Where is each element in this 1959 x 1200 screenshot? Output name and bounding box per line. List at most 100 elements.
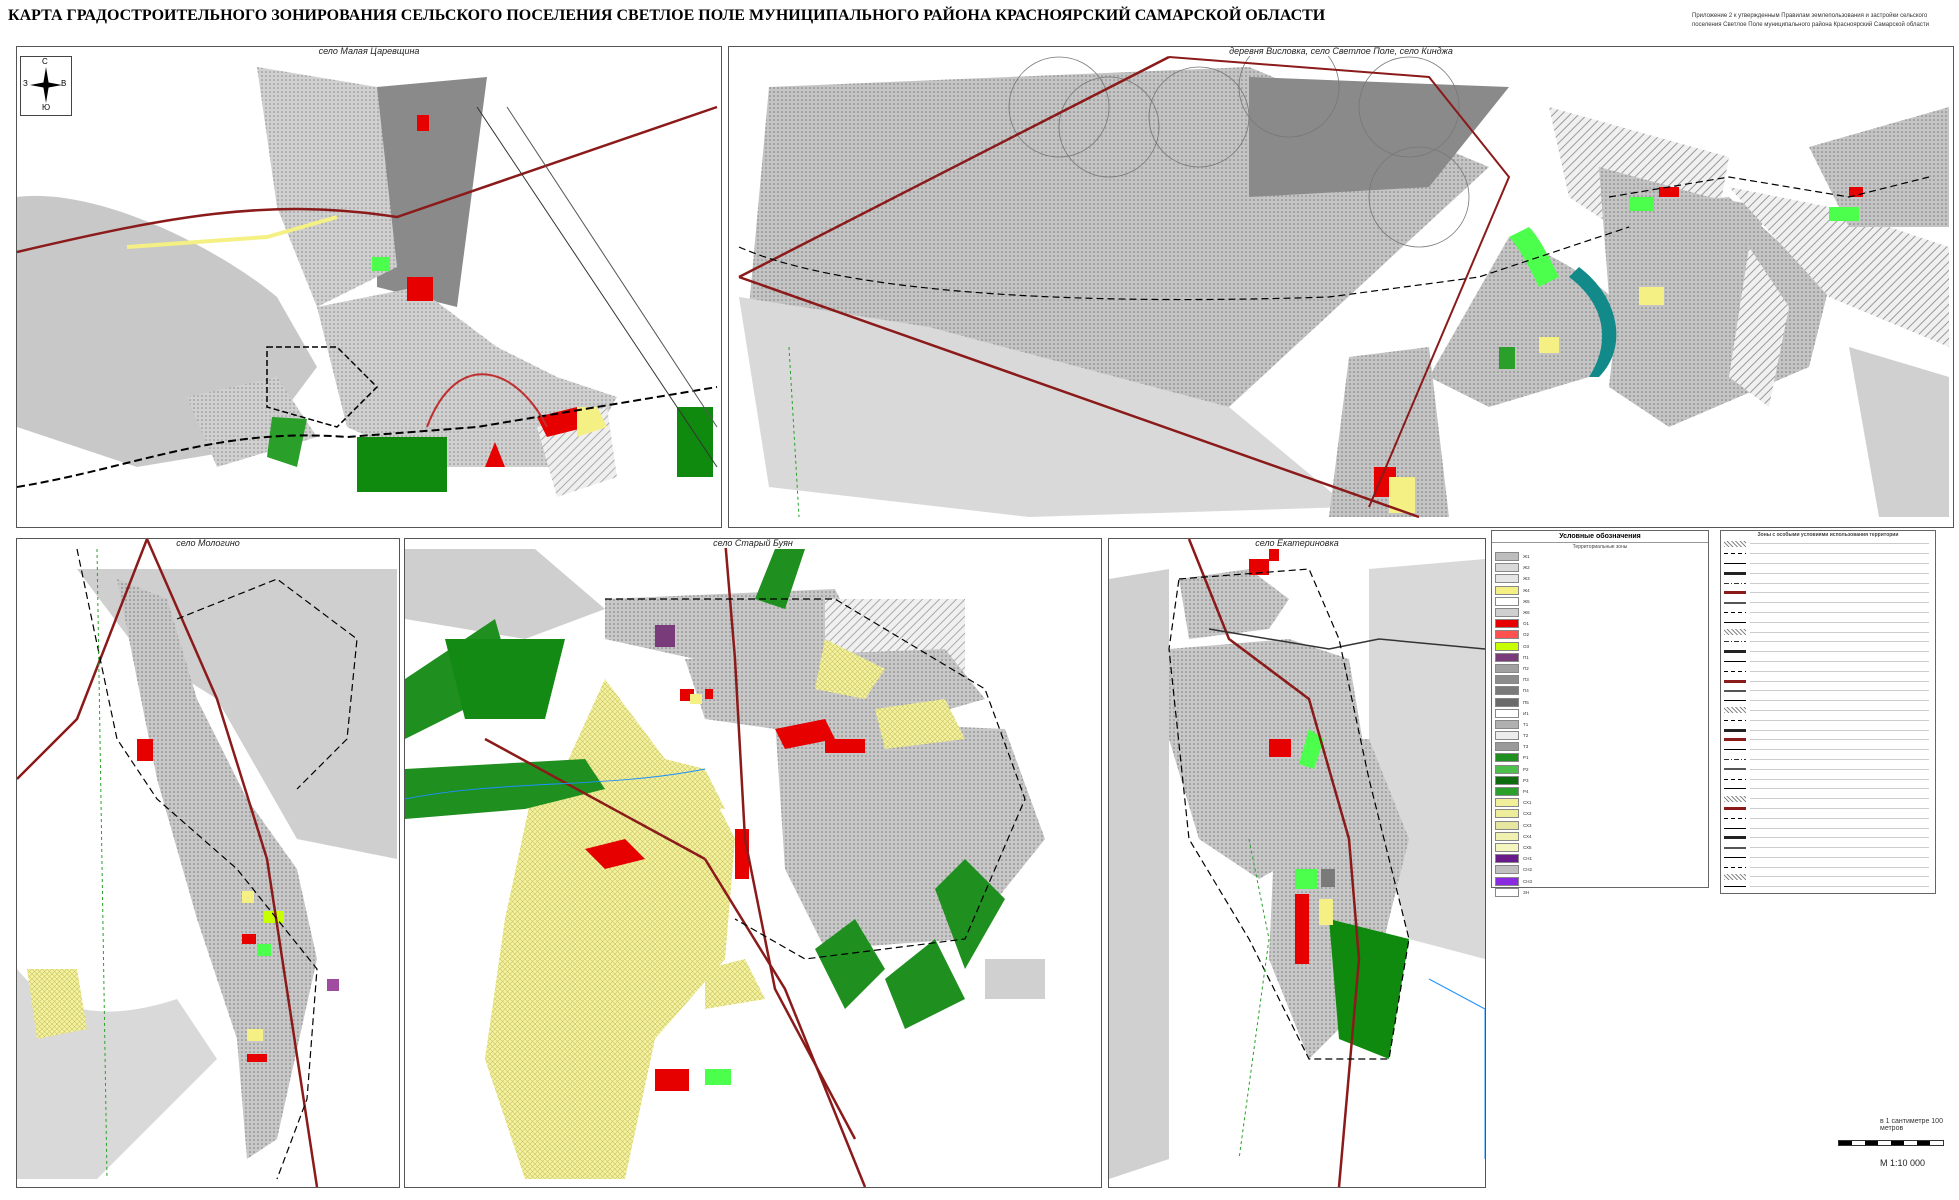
- legend-code: СХ1: [1523, 800, 1532, 806]
- legend2-symbol: [1724, 817, 1746, 819]
- map-drawing-5: [1109, 539, 1485, 1187]
- legend2-item: [1721, 706, 1935, 716]
- legend2-caption-line: [1750, 700, 1929, 702]
- legend2-symbol: [1724, 795, 1746, 802]
- legend-swatch: [1495, 798, 1519, 808]
- map-panel-2[interactable]: деревня Висловка, село Светлое Поле, сел…: [728, 46, 1954, 528]
- legend2-caption-line: [1750, 837, 1929, 839]
- legend-item: Ж6: [1492, 607, 1708, 618]
- map-panel-3[interactable]: село Мологино: [16, 538, 400, 1188]
- legend2-item: [1721, 853, 1935, 863]
- legend2-caption-line: [1750, 709, 1929, 711]
- legend-code: Ж4: [1523, 587, 1530, 593]
- legend2-symbol: [1724, 827, 1746, 829]
- legend2-item: [1721, 686, 1935, 696]
- legend2-caption-line: [1750, 572, 1929, 574]
- legend2-symbol: [1724, 700, 1746, 702]
- legend2-item: [1721, 637, 1935, 647]
- legend-code: СХ3: [1523, 822, 1532, 828]
- legend2-caption-line: [1750, 582, 1929, 584]
- legend-swatch: [1495, 675, 1519, 685]
- map-panel-1[interactable]: село Малая Царевщина: [16, 46, 722, 528]
- legend2-symbol: [1724, 679, 1746, 683]
- legend-code: Р3: [1523, 777, 1529, 783]
- compass-rose-icon: [30, 67, 62, 103]
- legend-item: Р1: [1492, 752, 1708, 763]
- legend-swatch: [1495, 865, 1519, 875]
- legend2-item: [1721, 715, 1935, 725]
- legend2-symbol: [1724, 660, 1746, 662]
- panel-label-4: село Старый Буян: [710, 539, 796, 548]
- legend2-caption-line: [1750, 611, 1929, 613]
- legend2-item: [1721, 745, 1935, 755]
- legend2-item: [1721, 617, 1935, 627]
- legend-item: П1: [1492, 652, 1708, 663]
- legend-code: Т1: [1523, 721, 1529, 727]
- legend2-symbol: [1724, 689, 1746, 692]
- legend-swatch: [1495, 619, 1519, 629]
- legend2-item: [1721, 657, 1935, 667]
- legend-swatch: [1495, 842, 1519, 852]
- legend-swatch: [1495, 787, 1519, 797]
- legend2-caption-line: [1750, 758, 1929, 760]
- legend-code: СН1: [1523, 856, 1533, 862]
- map-panel-4[interactable]: село Старый Буян: [404, 538, 1102, 1188]
- legend-item: Р2: [1492, 764, 1708, 775]
- legend-swatch: [1495, 831, 1519, 841]
- north-arrow: С Ю З В: [20, 56, 72, 116]
- legend2-item: [1721, 539, 1935, 549]
- legend2-item: [1721, 627, 1935, 637]
- legend-code: Т3: [1523, 744, 1529, 750]
- legend-swatch: [1495, 686, 1519, 696]
- legend2-item: [1721, 823, 1935, 833]
- legend-swatch: [1495, 753, 1519, 763]
- legend2-symbol: [1724, 768, 1746, 771]
- legend-restrictions: Зоны с особыми условиями использования т…: [1720, 530, 1936, 894]
- legend2-item: [1721, 559, 1935, 569]
- legend2-symbol: [1724, 728, 1746, 732]
- legend-code: О1: [1523, 621, 1530, 627]
- legend2-symbol: [1724, 641, 1746, 643]
- legend-code: П3: [1523, 677, 1529, 683]
- legend2-symbol: [1724, 886, 1746, 888]
- map-drawing-4: [405, 539, 1101, 1187]
- legend2-caption-line: [1750, 670, 1929, 672]
- legend2-item: [1721, 588, 1935, 598]
- legend2-item: [1721, 735, 1935, 745]
- legend2-item: [1721, 755, 1935, 765]
- legend-swatch: [1495, 563, 1519, 573]
- legend2-item: [1721, 647, 1935, 657]
- scale-caption: в 1 сантиметре 100 метров: [1880, 1118, 1943, 1132]
- legend2-symbol: [1724, 611, 1746, 613]
- legend2-symbol: [1724, 670, 1746, 672]
- legend2-item: [1721, 764, 1935, 774]
- legend-code: Р2: [1523, 766, 1529, 772]
- legend2-item: [1721, 804, 1935, 814]
- legend-item: СН1: [1492, 853, 1708, 864]
- legend-item: СХ4: [1492, 831, 1708, 842]
- legend-swatch: [1495, 764, 1519, 774]
- scale-label: М 1:10 000: [1880, 1158, 1926, 1168]
- panel-label-1: село Малая Царевщина: [315, 47, 423, 56]
- scale-bar: [1838, 1140, 1944, 1146]
- legend2-symbol: [1724, 629, 1746, 636]
- map-panel-5[interactable]: село Екатериновка: [1108, 538, 1486, 1188]
- legend-code: О2: [1523, 632, 1530, 638]
- legend-code: Р4: [1523, 789, 1529, 795]
- legend-swatch: [1495, 775, 1519, 785]
- legend-code: И1: [1523, 710, 1529, 716]
- legend-swatch: [1495, 608, 1519, 618]
- legend-item: О3: [1492, 641, 1708, 652]
- legend-title: Условные обозначения: [1492, 531, 1708, 543]
- legend-item: П4: [1492, 685, 1708, 696]
- legend-item: СН3: [1492, 875, 1708, 886]
- legend-swatch: [1495, 663, 1519, 673]
- legend2-caption-line: [1750, 651, 1929, 653]
- legend2-symbol: [1724, 856, 1746, 858]
- legend2-item: [1721, 568, 1935, 578]
- legend2-item: [1721, 696, 1935, 706]
- legend2-symbol: [1724, 866, 1746, 868]
- legend-subtitle: Территориальные зоны: [1572, 544, 1628, 550]
- legend2-caption-line: [1750, 768, 1929, 770]
- legend-swatch: [1495, 630, 1519, 640]
